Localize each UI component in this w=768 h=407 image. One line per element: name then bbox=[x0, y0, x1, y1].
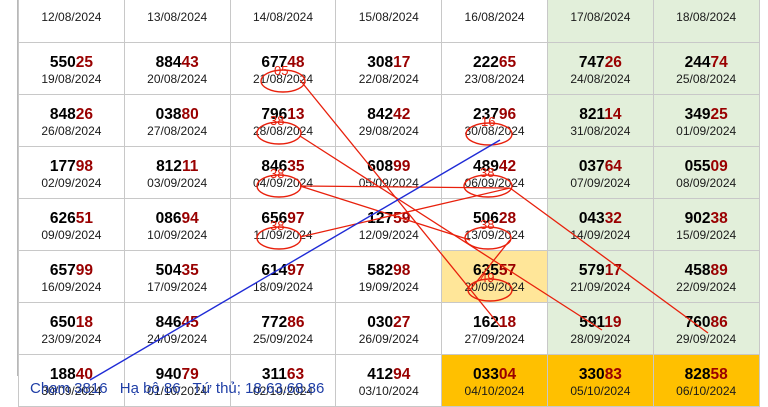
red-line-3 bbox=[299, 185, 511, 189]
blue-line bbox=[89, 139, 501, 381]
annotation-label: 38 bbox=[480, 217, 494, 232]
annotation-label: 16 bbox=[481, 114, 495, 129]
annotation-label: 38 bbox=[270, 113, 284, 128]
annotation-label: 05 bbox=[274, 63, 288, 78]
summary-line: Chạm 3816 Hạ bộ 86 Tứ thủ; 18.63.68.86 bbox=[30, 380, 332, 397]
annotation-label: 38 bbox=[480, 165, 494, 180]
annotation-label: 38 bbox=[270, 218, 284, 233]
annotation-label: 38 bbox=[270, 166, 284, 181]
cham-text: Chạm 3816 bbox=[30, 380, 108, 397]
tuthu-text: Tứ thủ; 18.63.68.86 bbox=[192, 380, 325, 397]
annotation-overlay: 05 38 16 38 38 38 38 49 bbox=[89, 63, 709, 381]
red-line-6 bbox=[299, 185, 471, 241]
red-line-2 bbox=[299, 135, 603, 331]
habo-text: Hạ bộ 86 bbox=[119, 380, 181, 397]
red-line-5 bbox=[509, 187, 709, 334]
annotation-label: 49 bbox=[480, 270, 494, 285]
